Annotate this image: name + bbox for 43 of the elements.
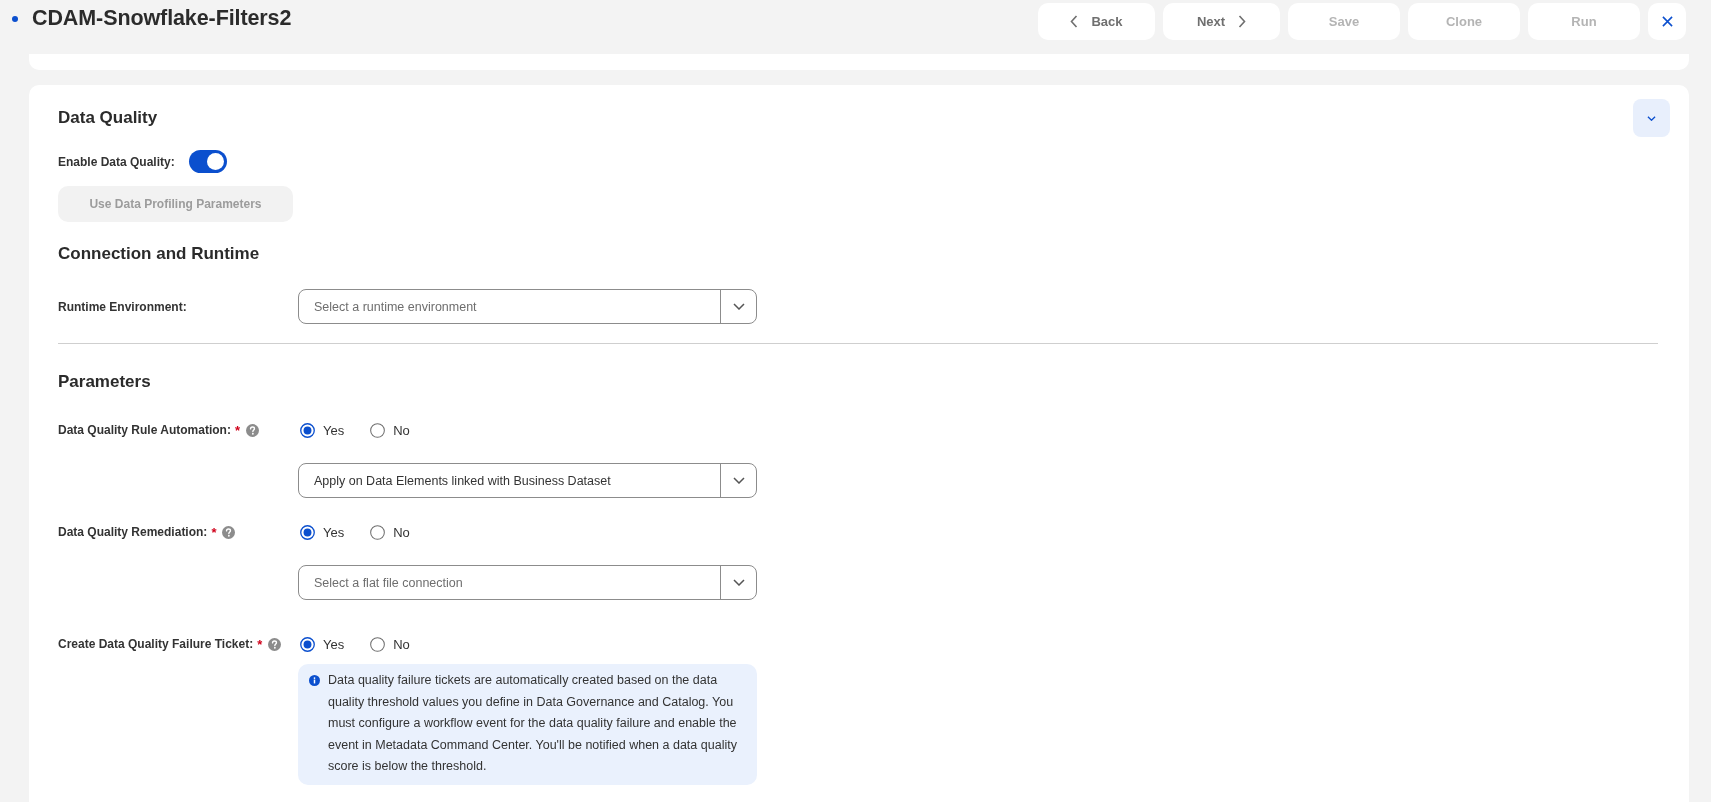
field-label: Create Data Quality Failure Ticket: [58, 637, 254, 651]
radio-option[interactable]: Yes [300, 524, 345, 540]
radio-option[interactable]: Yes [300, 422, 345, 438]
help-icon[interactable] [222, 525, 236, 539]
toggle-switch[interactable] [188, 150, 227, 173]
close-icon [1661, 16, 1673, 27]
help-icon[interactable] [268, 637, 282, 651]
radio-option[interactable]: No [370, 636, 410, 652]
radio-option[interactable]: Yes [300, 636, 345, 652]
field-label: Runtime Environment: [58, 299, 188, 314]
info-icon [309, 675, 320, 686]
chevron-down-icon [732, 579, 745, 586]
dropdown-field[interactable]: Select a flat file connection [298, 565, 757, 600]
radio-button[interactable] [300, 524, 315, 540]
dropdown-field[interactable]: Select a runtime environment [298, 289, 757, 324]
section-heading: Data Quality [58, 107, 158, 129]
radio-button[interactable] [370, 524, 386, 540]
chevron-down-icon [732, 477, 745, 484]
next-button[interactable]: Next [1163, 3, 1280, 40]
section-heading: Parameters [58, 371, 152, 393]
radio-option[interactable]: No [370, 422, 410, 438]
dropdown-field[interactable]: Apply on Data Elements linked with Business Dataset [298, 463, 757, 498]
chevron-right-icon [1238, 15, 1247, 28]
required-mark: * [211, 524, 217, 540]
chevron-left-icon [1070, 15, 1079, 28]
required-mark: * [257, 636, 263, 652]
info-text: Data quality failure tickets are automatically created based on the data quality threshold values you define in Data Governance and Catalog. You must configure a workflow event for the data quality failure and enable the event in Metadata Command Center. You'll be notified when a data quality score is below the threshold. [328, 672, 738, 775]
chevron-down-icon [732, 303, 745, 310]
field-label: Enable Data Quality: [58, 154, 175, 169]
page-title: CDAM-Snowflake-Filters2 [32, 6, 292, 31]
required-mark: * [234, 422, 240, 438]
help-icon[interactable] [245, 423, 259, 437]
section-heading: Connection and Runtime [58, 243, 261, 265]
radio-button[interactable] [300, 422, 315, 438]
chevron-down-icon [1647, 115, 1656, 121]
radio-option[interactable]: No [370, 524, 410, 540]
field-label: Data Quality Rule Automation: [58, 423, 231, 437]
radio-button[interactable] [300, 636, 315, 652]
close-button[interactable] [1648, 3, 1686, 40]
radio-button[interactable] [370, 636, 386, 652]
field-label: Data Quality Remediation: [58, 525, 208, 539]
back-button[interactable]: Back [1038, 3, 1155, 40]
radio-button[interactable] [370, 422, 386, 438]
